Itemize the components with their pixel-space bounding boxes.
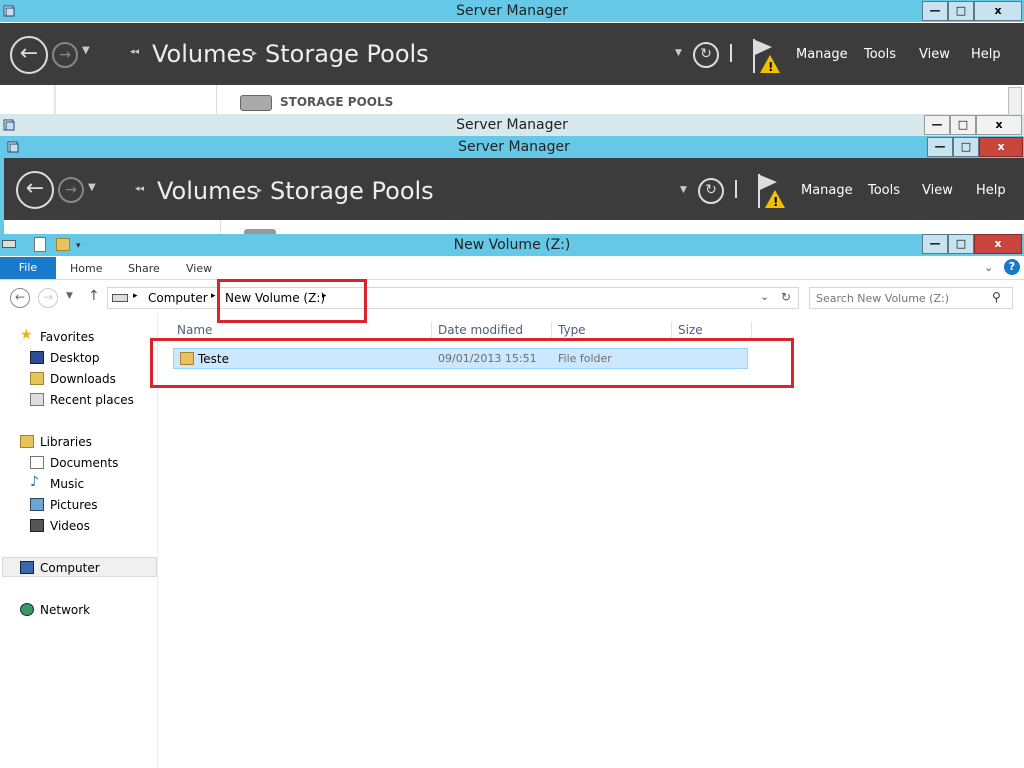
- nav-dropdown-icon[interactable]: ▼: [82, 45, 90, 56]
- music-icon: ♪: [30, 474, 39, 490]
- window-title: Server Manager: [458, 139, 570, 155]
- maximize-button[interactable]: □: [948, 1, 974, 21]
- storage-pools-icon: [240, 95, 272, 111]
- menu-view[interactable]: View: [922, 183, 953, 198]
- svg-text:!: !: [768, 60, 773, 74]
- sm-front-header: ← → ▼ ◂◂ Volumes ▸ Storage Pools ▼ ↻ ! M…: [4, 158, 1024, 220]
- explorer-titlebar: ▾ New Volume (Z:): [0, 234, 1024, 256]
- forward-arrow-icon[interactable]: →: [52, 42, 78, 68]
- menu-tools[interactable]: Tools: [864, 47, 896, 62]
- close-button[interactable]: x: [976, 115, 1022, 135]
- search-input[interactable]: [816, 290, 986, 306]
- close-button[interactable]: x: [974, 234, 1022, 254]
- network-icon: [20, 603, 34, 616]
- menu-manage[interactable]: Manage: [801, 183, 853, 198]
- left-pane-divider: [54, 85, 56, 115]
- tab-file[interactable]: File: [0, 257, 56, 279]
- svg-text:!: !: [773, 195, 778, 209]
- sm-front-titlebar: Server Manager: [4, 136, 1024, 158]
- computer-icon: [20, 561, 34, 574]
- left-pane-divider: [216, 85, 217, 115]
- expand-ribbon-icon[interactable]: ⌄: [984, 261, 993, 274]
- libraries-icon: [20, 435, 34, 448]
- window-title: Server Manager: [456, 3, 568, 19]
- breadcrumb-storage-pools[interactable]: Storage Pools: [265, 40, 429, 68]
- help-icon[interactable]: ?: [1004, 259, 1020, 275]
- search-icon[interactable]: ⚲: [992, 290, 1001, 304]
- section-title: STORAGE POOLS: [280, 95, 394, 109]
- separator: [730, 44, 732, 62]
- minimize-button[interactable]: —: [922, 1, 948, 21]
- window-title: Server Manager: [456, 117, 568, 133]
- recent-locations-icon[interactable]: ▼: [66, 291, 73, 301]
- breadcrumb-sep-icon: ◂◂: [135, 184, 145, 194]
- recent-places-icon: [30, 393, 44, 406]
- tab-home[interactable]: Home: [70, 260, 102, 278]
- breadcrumb-arrow-icon: ▸: [252, 48, 258, 59]
- refresh-dropdown-icon[interactable]: ▼: [680, 185, 687, 195]
- breadcrumb-sep-icon: ◂◂: [130, 47, 140, 57]
- notifications-flag-icon[interactable]: !: [755, 172, 789, 215]
- breadcrumb-volumes[interactable]: Volumes: [157, 177, 259, 205]
- breadcrumb-storage-pools[interactable]: Storage Pools: [270, 177, 434, 205]
- videos-icon: [30, 519, 44, 532]
- minimize-button[interactable]: —: [924, 115, 950, 135]
- nav-back-button[interactable]: ←: [10, 288, 30, 308]
- maximize-button[interactable]: □: [948, 234, 974, 254]
- left-pane-divider: [220, 220, 221, 234]
- maximize-button[interactable]: □: [950, 115, 976, 135]
- pictures-icon: [30, 498, 44, 511]
- window-edge: [0, 136, 4, 234]
- menu-manage[interactable]: Manage: [796, 47, 848, 62]
- menu-help[interactable]: Help: [971, 47, 1001, 62]
- minimize-button[interactable]: —: [922, 234, 948, 254]
- up-arrow-icon[interactable]: ↑: [88, 288, 100, 304]
- star-icon: ★: [20, 327, 33, 343]
- desktop-icon: [30, 351, 44, 364]
- breadcrumb-arrow-icon[interactable]: ▸: [133, 291, 138, 301]
- breadcrumb-computer[interactable]: Computer: [148, 291, 208, 305]
- scrollbar[interactable]: [1008, 87, 1022, 115]
- refresh-dropdown-icon[interactable]: ▼: [675, 48, 682, 58]
- menu-tools[interactable]: Tools: [868, 183, 900, 198]
- documents-icon: [30, 456, 44, 469]
- close-button[interactable]: x: [979, 137, 1023, 157]
- highlight-box-address: [217, 279, 367, 323]
- back-arrow-icon[interactable]: ←: [10, 36, 48, 74]
- address-bar[interactable]: ▸ Computer ▸ New Volume (Z:) ▸ ⌄ ↻: [107, 287, 799, 309]
- sm-mid-titlebar: Server Manager: [0, 114, 1024, 136]
- drive-icon: [112, 294, 128, 302]
- search-box[interactable]: ⚲: [809, 287, 1013, 309]
- sm-front-body: [4, 220, 1024, 235]
- close-button[interactable]: x: [974, 1, 1022, 21]
- refresh-icon[interactable]: ↻: [781, 290, 791, 304]
- breadcrumb-arrow-icon: ▸: [257, 185, 263, 196]
- breadcrumb-arrow-icon[interactable]: ▸: [211, 291, 216, 301]
- nav-dropdown-icon[interactable]: ▼: [88, 182, 96, 193]
- address-dropdown-icon[interactable]: ⌄: [760, 290, 769, 303]
- minimize-button[interactable]: —: [927, 137, 953, 157]
- refresh-icon[interactable]: ↻: [693, 42, 719, 68]
- sm-back-header: ← → ▼ ◂◂ Volumes ▸ Storage Pools ▼ ↻ ! M…: [0, 23, 1024, 85]
- nav-forward-button[interactable]: →: [38, 288, 58, 308]
- menu-view[interactable]: View: [919, 47, 950, 62]
- highlight-box-folder: [150, 338, 794, 388]
- sm-back-body: STORAGE POOLS: [0, 85, 1024, 115]
- refresh-icon[interactable]: ↻: [698, 178, 724, 204]
- tab-share[interactable]: Share: [128, 260, 160, 278]
- sm-back-titlebar: Server Manager: [0, 0, 1024, 22]
- notifications-flag-icon[interactable]: !: [750, 37, 784, 80]
- tab-view[interactable]: View: [186, 260, 212, 278]
- window-title: New Volume (Z:): [453, 237, 571, 253]
- maximize-button[interactable]: □: [953, 137, 979, 157]
- menu-help[interactable]: Help: [976, 183, 1006, 198]
- separator: [735, 180, 737, 198]
- back-arrow-icon[interactable]: ←: [16, 171, 54, 209]
- breadcrumb-volumes[interactable]: Volumes: [152, 40, 254, 68]
- forward-arrow-icon[interactable]: →: [58, 177, 84, 203]
- downloads-icon: [30, 372, 44, 385]
